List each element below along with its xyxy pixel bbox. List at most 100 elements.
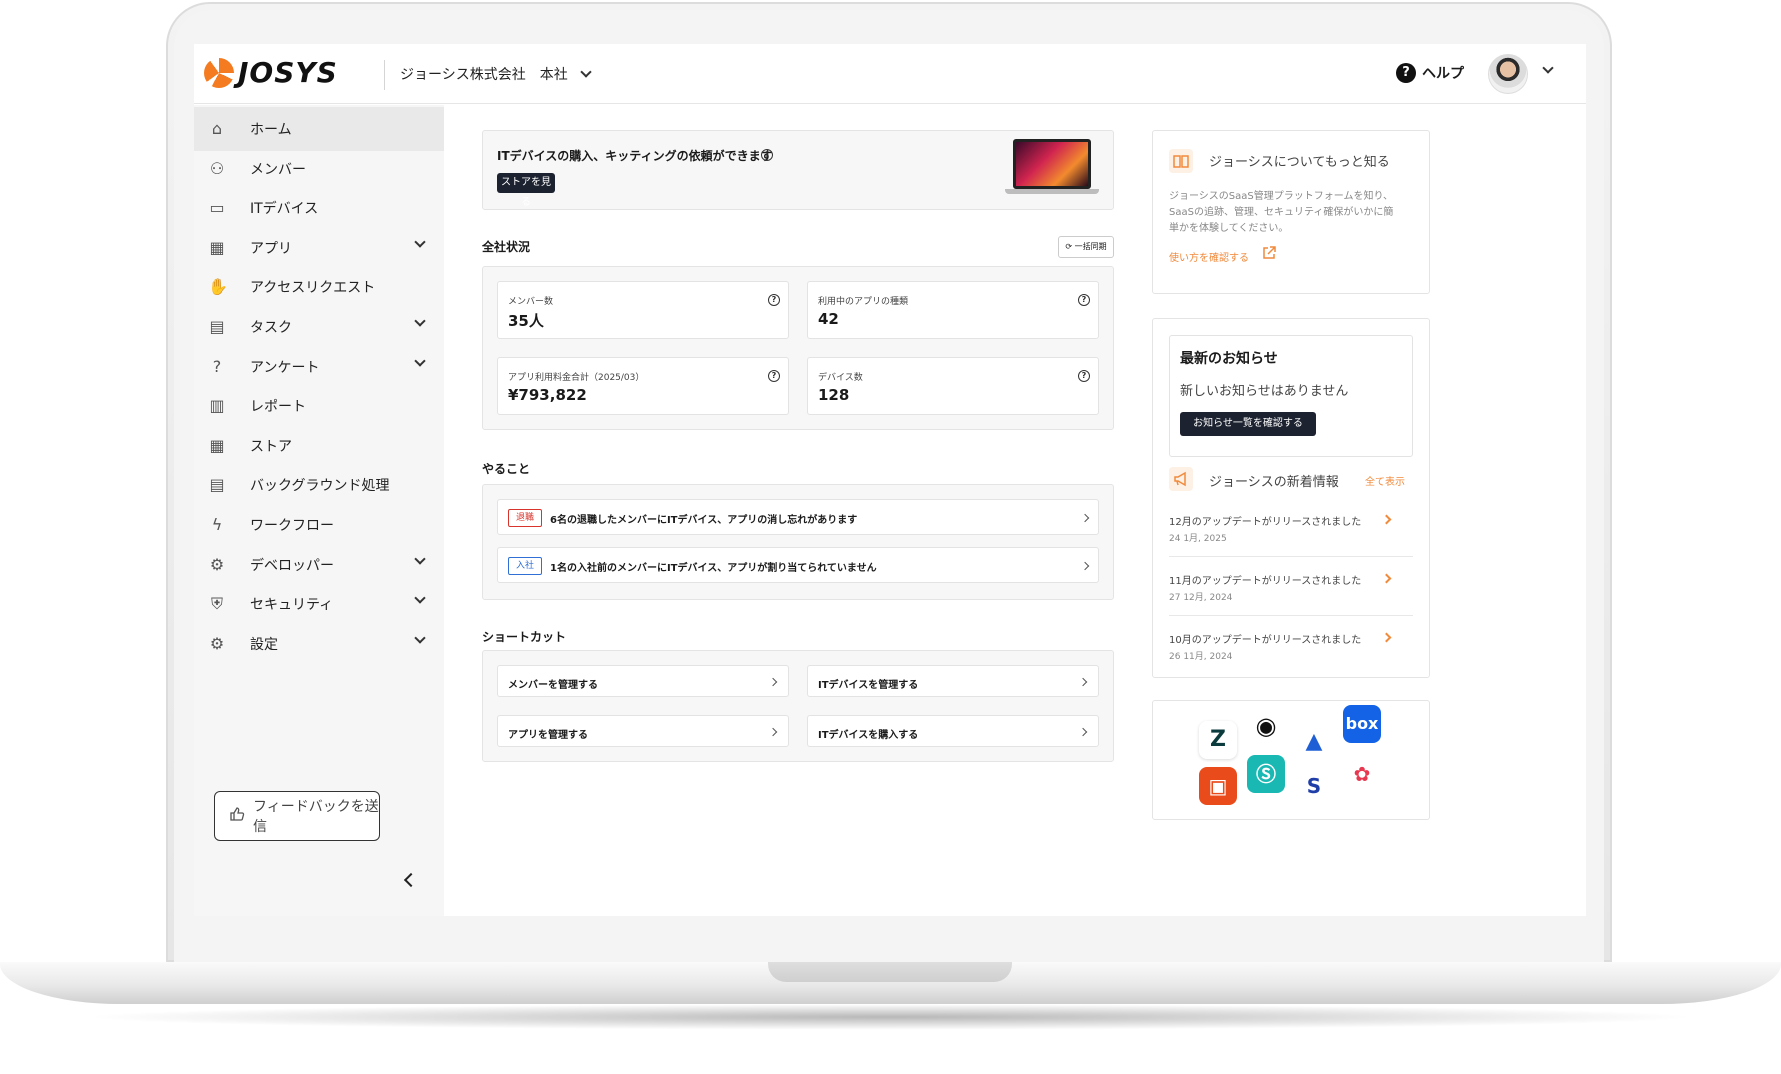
help-icon[interactable]: ?: [768, 294, 780, 306]
feedback-label: フィードバックを送信: [253, 799, 379, 835]
news-item[interactable]: 10月のアップデートがリリースされました 26 11月, 2024: [1169, 623, 1413, 675]
store-button[interactable]: ストアを見る: [497, 173, 555, 208]
sidebar-item[interactable]: ⌂ ホーム: [194, 107, 444, 151]
notices-title: 最新のお知らせ: [1180, 351, 1278, 367]
sidebar-item[interactable]: ϟ ワークフロー: [194, 503, 444, 547]
news-item-date: 24 1月, 2025: [1169, 534, 1227, 544]
todo-title: やること: [482, 462, 531, 476]
sidebar-item[interactable]: ⚙ デベロッパー: [194, 543, 444, 587]
help-icon: ?: [1396, 63, 1416, 83]
shortcuts-title: ショートカット: [482, 630, 567, 644]
asana-icon: ✿: [1343, 755, 1381, 793]
sync-label: 一括同期: [1074, 242, 1107, 251]
sidebar-item-label: 設定: [250, 636, 278, 653]
grid-icon: ▦: [209, 237, 225, 257]
todo-row[interactable]: 退職 6名の退職したメンバーにITデバイス、アプリの消し忘れがあります: [497, 499, 1099, 535]
sidebar-item[interactable]: ? アンケート: [194, 345, 444, 389]
chevron-down-icon[interactable]: [1542, 62, 1554, 74]
header-divider: [384, 60, 385, 90]
zendesk-icon: Z: [1199, 721, 1237, 759]
sidebar-item[interactable]: ⛨ セキュリティ: [194, 582, 444, 626]
stat-label: デバイス数: [818, 373, 863, 383]
shortcut-item[interactable]: メンバーを管理する: [497, 665, 789, 697]
news-view-all-link[interactable]: 全て表示: [1365, 473, 1405, 488]
help-label: ヘルプ: [1422, 66, 1464, 82]
sidebar-item[interactable]: ✋ アクセスリクエスト: [194, 265, 444, 309]
office-icon: ▣: [1199, 767, 1237, 805]
news-item-title: 11月のアップデートがリリースされました: [1169, 576, 1362, 587]
shortcut-item[interactable]: ITデバイスを管理する: [807, 665, 1099, 697]
sidebar-item-label: セキュリティ: [250, 597, 334, 614]
chevron-down-icon[interactable]: [414, 592, 426, 604]
sidebar-item-label: アプリ: [250, 240, 292, 257]
shortcut-item[interactable]: アプリを管理する: [497, 715, 789, 747]
about-body-1: ジョーシスのSaaS管理プラットフォームを知り、: [1169, 191, 1394, 202]
stat-value: 35人: [508, 312, 544, 330]
info-icon[interactable]: i: [761, 149, 773, 161]
chevron-right-icon: [1078, 677, 1088, 687]
sidebar-item-label: アクセスリクエスト: [250, 280, 376, 297]
laptop-shadow: [80, 1004, 1700, 1030]
notices-list-button[interactable]: お知らせ一覧を確認する: [1180, 412, 1316, 436]
help-icon[interactable]: ?: [1078, 294, 1090, 306]
company-selector[interactable]: ジョーシス株式会社 本社: [400, 64, 592, 84]
avatar[interactable]: [1488, 54, 1528, 94]
sidebar-item-label: デベロッパー: [250, 557, 334, 574]
book-icon: [1169, 149, 1193, 173]
chevron-down-icon[interactable]: [414, 552, 426, 565]
sidebar-item[interactable]: ▥ レポート: [194, 384, 444, 428]
sidebar-item[interactable]: ▭ ITデバイス: [194, 186, 444, 230]
sidebar-item[interactable]: ▤ バックグラウンド処理: [194, 463, 444, 507]
calendar-icon: ▤: [209, 317, 225, 336]
stat-card: デバイス数 128?: [807, 357, 1099, 415]
chevron-down-icon[interactable]: [414, 236, 426, 248]
stat-value: 42: [818, 310, 839, 328]
sidebar-item[interactable]: ⚇ メンバー: [194, 147, 444, 191]
news-title: ジョーシスの新着情報: [1209, 475, 1339, 490]
stat-card: アプリ利用料金合計（2025/03） ¥793,822?: [497, 357, 789, 415]
store-banner: ITデバイスの購入、キッティングの依頼ができます i ストアを見る: [482, 130, 1114, 210]
about-body-3: 単かを体験してください。: [1169, 223, 1289, 234]
news-item[interactable]: 12月のアップデートがリリースされました 24 1月, 2025: [1169, 505, 1413, 557]
collapse-sidebar-icon[interactable]: [403, 872, 419, 888]
news-card: 最新のお知らせ 新しいお知らせはありません お知らせ一覧を確認する ジョーシスの…: [1152, 318, 1430, 678]
sync-button[interactable]: ⟳ 一括同期: [1058, 236, 1114, 258]
sidebar-item-label: バックグラウンド処理: [250, 478, 390, 495]
github-icon: ◉: [1247, 707, 1285, 745]
sidebar-item[interactable]: ⚙ 設定: [194, 622, 444, 666]
chevron-down-icon[interactable]: [414, 632, 426, 644]
chevron-down-icon[interactable]: [414, 315, 426, 327]
shortcut-label: アプリを管理する: [508, 730, 588, 741]
news-item-title: 10月のアップデートがリリースされました: [1169, 635, 1362, 646]
shortcuts-card: メンバーを管理する ITデバイスを管理するアプリを管理する ITデバイスを購入する: [482, 650, 1114, 762]
laptop-image-icon: [1005, 139, 1099, 197]
sidebar-item-label: ストア: [250, 438, 292, 455]
bolt-icon: ϟ: [211, 515, 223, 534]
external-link-icon[interactable]: [1261, 245, 1277, 265]
sidebar-item-label: タスク: [250, 320, 292, 336]
chevron-down-icon[interactable]: [414, 354, 426, 367]
chevron-right-icon: [1381, 573, 1392, 584]
todo-text: 1名の入社前のメンバーにITデバイス、アプリが割り当てられていません: [550, 563, 877, 574]
news-item-title: 12月のアップデートがリリースされました: [1169, 517, 1362, 528]
josys-logo[interactable]: JOSYS: [204, 56, 338, 89]
shortcut-item[interactable]: ITデバイスを購入する: [807, 715, 1099, 747]
help-button[interactable]: ? ヘルプ: [1396, 63, 1464, 83]
overview-card: メンバー数 35人? 利用中のアプリの種類 42? アプリ利用料金合計（2025/03）…: [482, 266, 1114, 430]
help-icon[interactable]: ?: [768, 370, 780, 382]
shield-icon: ⛨: [210, 594, 223, 614]
sidebar-item-label: ITデバイス: [250, 201, 319, 218]
laptop-icon: ▭: [209, 198, 225, 218]
chevron-right-icon: [1078, 727, 1088, 737]
sidebar-item[interactable]: ▦ ストア: [194, 424, 444, 468]
help-icon[interactable]: ?: [1078, 370, 1090, 382]
feedback-button[interactable]: フィードバックを送信: [214, 791, 380, 841]
todo-row[interactable]: 入社 1名の入社前のメンバーにITデバイス、アプリが割り当てられていません: [497, 547, 1099, 583]
company-name: ジョーシス株式会社: [400, 67, 526, 83]
sidebar-item[interactable]: ▦ アプリ: [194, 226, 444, 270]
about-link[interactable]: 使い方を確認する: [1169, 249, 1249, 264]
sidebar-item-label: メンバー: [250, 161, 306, 178]
news-item[interactable]: 11月のアップデートがリリースされました 27 12月, 2024: [1169, 564, 1413, 616]
sidebar-item[interactable]: ▤ タスク: [194, 305, 444, 349]
report-icon: ▥: [209, 396, 225, 416]
